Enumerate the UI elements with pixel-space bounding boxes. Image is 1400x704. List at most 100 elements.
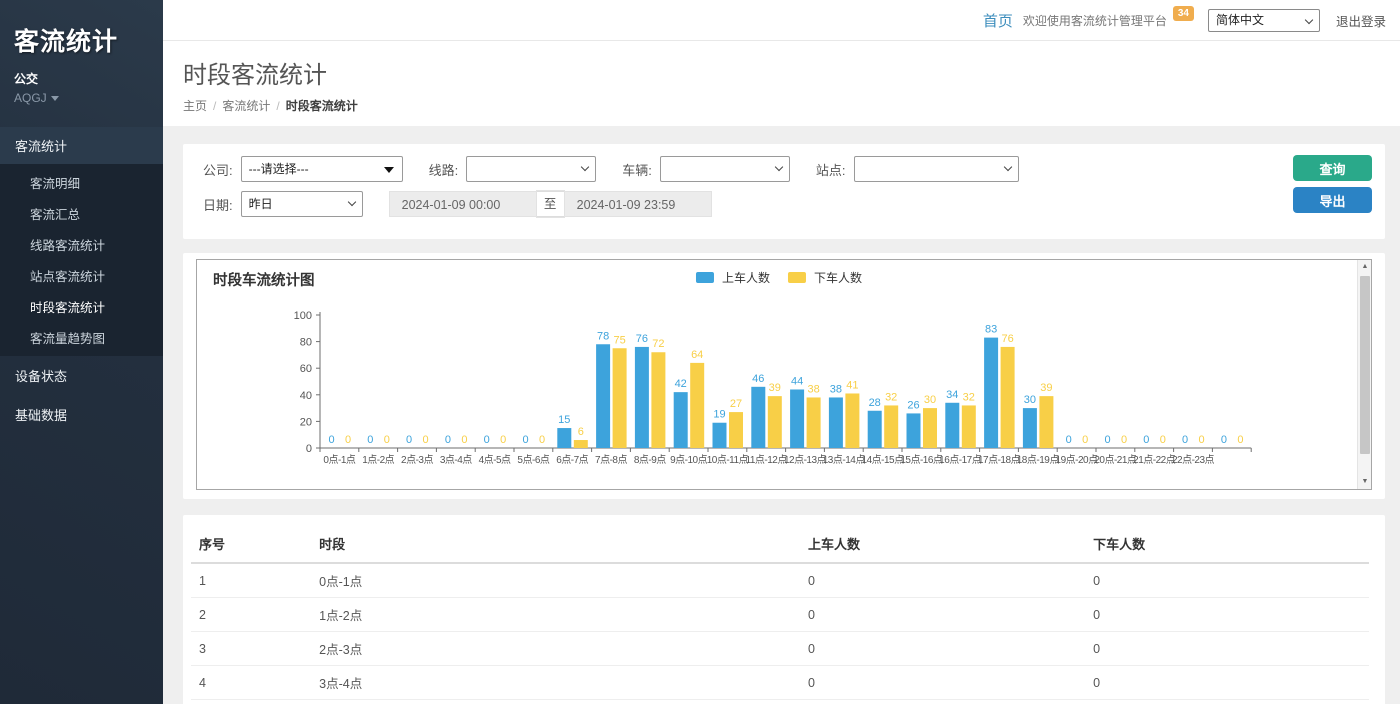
scrollbar-thumb[interactable] (1360, 276, 1370, 454)
date-end-input[interactable]: 2024-01-09 23:59 (564, 191, 712, 217)
table-cell: 0点-1点 (311, 563, 800, 598)
legend-label-boarding[interactable]: 上车人数 (722, 269, 770, 286)
chevron-down-icon (51, 96, 59, 101)
chart-title: 时段车流统计图 (213, 269, 315, 290)
station-select[interactable] (854, 156, 1019, 182)
svg-text:42: 42 (675, 378, 687, 390)
filter-panel: 公司: ---请选择--- 线路: 车辆: (183, 144, 1385, 239)
vehicle-select[interactable] (660, 156, 790, 182)
table-cell: 0 (800, 700, 1085, 704)
date-preset-value: 昨日 (249, 197, 273, 211)
page-content: 公司: ---请选择--- 线路: 车辆: (163, 126, 1400, 704)
company-select[interactable]: ---请选择--- (241, 156, 403, 182)
svg-text:17点-18点: 17点-18点 (978, 454, 1021, 466)
svg-text:3点-4点: 3点-4点 (440, 454, 472, 466)
sidebar-item-line-stats[interactable]: 线路客流统计 (0, 229, 163, 260)
sidebar-item-passenger-detail[interactable]: 客流明细 (0, 167, 163, 198)
line-select[interactable] (466, 156, 596, 182)
svg-text:0: 0 (484, 434, 490, 446)
svg-text:100: 100 (294, 310, 312, 322)
date-start-input[interactable]: 2024-01-09 00:00 (389, 191, 537, 217)
user-name: AQGJ (14, 91, 47, 105)
language-select-value: 简体中文 (1216, 13, 1264, 27)
svg-text:18点-19点: 18点-19点 (1017, 454, 1060, 466)
table-cell: 1 (191, 563, 311, 598)
svg-text:20: 20 (300, 416, 312, 428)
table-cell: 5 (191, 700, 311, 704)
language-select[interactable]: 简体中文 (1208, 9, 1320, 32)
svg-text:39: 39 (1040, 382, 1052, 394)
svg-text:0: 0 (1182, 434, 1188, 446)
scroll-up-arrow-icon[interactable]: ▲ (1358, 260, 1372, 274)
breadcrumb-separator: / (276, 99, 279, 113)
query-button[interactable]: 查询 (1293, 155, 1372, 181)
legend-swatch-alighting[interactable] (788, 272, 806, 283)
svg-text:15: 15 (558, 414, 570, 426)
sidebar-item-trend-chart[interactable]: 客流量趋势图 (0, 322, 163, 353)
chart-legend: 上车人数 下车人数 (696, 269, 872, 286)
svg-text:78: 78 (597, 330, 609, 342)
filter-row-2: 日期: 昨日 2024-01-09 00:00 至 2024-01-09 23:… (203, 191, 1275, 217)
svg-text:26: 26 (907, 399, 919, 411)
sidebar-item-device-status[interactable]: 设备状态 (0, 356, 163, 395)
svg-text:6点-7点: 6点-7点 (556, 454, 588, 466)
page-header: 时段客流统计 主页/客流统计/时段客流统计 (163, 41, 1400, 126)
breadcrumb-passenger-stats[interactable]: 客流统计 (222, 99, 270, 113)
vehicle-label: 车辆: (622, 160, 652, 179)
table-row: 43点-4点00 (191, 666, 1369, 700)
export-button[interactable]: 导出 (1293, 187, 1372, 213)
sidebar-item-period-stats[interactable]: 时段客流统计 (0, 291, 163, 322)
org-name: 公交 (14, 70, 149, 87)
table-cell: 0 (1085, 666, 1369, 700)
scroll-down-arrow-icon[interactable]: ▼ (1358, 475, 1372, 489)
table-cell: 3 (191, 632, 311, 666)
chevron-down-icon (1003, 163, 1011, 171)
svg-text:38: 38 (807, 383, 819, 395)
table-cell: 0 (1085, 700, 1369, 704)
breadcrumb: 主页/客流统计/时段客流统计 (183, 97, 1385, 114)
table-cell: 3点-4点 (311, 666, 800, 700)
date-preset-select[interactable]: 昨日 (241, 191, 363, 217)
svg-text:0: 0 (445, 434, 451, 446)
breadcrumb-home[interactable]: 主页 (183, 99, 207, 113)
vehicle-filter: 车辆: (622, 156, 790, 182)
svg-text:5点-6点: 5点-6点 (517, 454, 549, 466)
svg-text:0: 0 (1104, 434, 1110, 446)
svg-text:76: 76 (636, 333, 648, 345)
home-link[interactable]: 首页 (983, 10, 1013, 31)
table-cell: 1点-2点 (311, 598, 800, 632)
table-cell: 0 (1085, 632, 1369, 666)
svg-text:0: 0 (1143, 434, 1149, 446)
svg-text:38: 38 (830, 383, 842, 395)
logout-link[interactable]: 退出登录 (1336, 11, 1386, 30)
sidebar-item-station-stats[interactable]: 站点客流统计 (0, 260, 163, 291)
main-area: 首页 欢迎使用客流统计管理平台 34 简体中文 退出登录 时段客流统计 主页/客… (163, 0, 1400, 704)
table-cell: 0 (800, 666, 1085, 700)
sidebar-item-passenger-summary[interactable]: 客流汇总 (0, 198, 163, 229)
period-stats-table: 序号 时段 上车人数 下车人数 10点-1点0021点-2点0032点-3点00… (191, 525, 1369, 704)
company-filter: 公司: ---请选择--- (203, 156, 403, 182)
col-header-period: 时段 (311, 525, 800, 563)
table-row: 10点-1点00 (191, 563, 1369, 598)
sidebar-item-passenger-stats[interactable]: 客流统计 (0, 127, 163, 164)
legend-swatch-boarding[interactable] (696, 272, 714, 283)
sidebar: 客流统计 公交 AQGJ 客流统计 客流明细 客流汇总 线路客流统计 站点客流统… (0, 0, 163, 704)
svg-text:2点-3点: 2点-3点 (401, 454, 433, 466)
svg-text:0: 0 (1121, 434, 1127, 446)
svg-text:4点-5点: 4点-5点 (479, 454, 511, 466)
chevron-down-icon (775, 163, 783, 171)
svg-text:19: 19 (713, 409, 725, 421)
svg-text:0: 0 (1082, 434, 1088, 446)
svg-text:0: 0 (345, 434, 351, 446)
sidebar-item-base-data[interactable]: 基础数据 (0, 395, 163, 434)
notification-badge: 34 (1173, 6, 1194, 21)
svg-text:11点-12点: 11点-12点 (746, 454, 788, 466)
svg-text:0: 0 (1237, 434, 1243, 446)
chart-scrollbar[interactable]: ▲ ▼ (1357, 260, 1371, 489)
topbar: 首页 欢迎使用客流统计管理平台 34 简体中文 退出登录 (163, 0, 1400, 41)
svg-text:32: 32 (963, 391, 975, 403)
legend-label-alighting[interactable]: 下车人数 (814, 269, 862, 286)
user-dropdown[interactable]: AQGJ (14, 91, 149, 105)
table-card: 序号 时段 上车人数 下车人数 10点-1点0021点-2点0032点-3点00… (183, 515, 1385, 704)
bar-chart[interactable]: 020406080100000点-1点001点-2点002点-3点003点-4点… (197, 260, 1357, 489)
